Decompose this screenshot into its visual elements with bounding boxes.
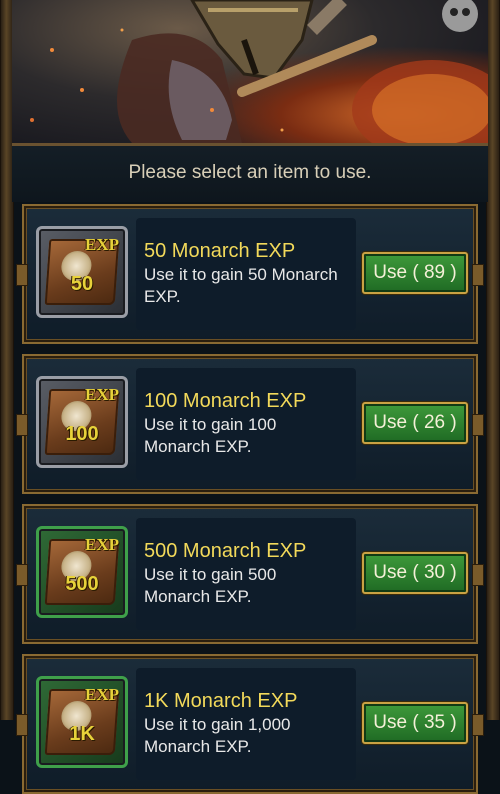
card-ornament	[16, 714, 28, 736]
use-button[interactable]: Use ( 89 )	[362, 252, 468, 294]
card-ornament	[472, 414, 484, 436]
use-button[interactable]: Use ( 35 )	[362, 702, 468, 744]
card-ornament	[472, 564, 484, 586]
banner-artwork	[12, 0, 488, 146]
icon-exp-label: EXP	[85, 535, 119, 554]
item-title: 50 Monarch EXP	[144, 240, 296, 262]
card-ornament	[16, 264, 28, 286]
item-card: EXP 50 50 Monarch EXP Use it to gain 50 …	[16, 204, 484, 344]
icon-amount-label: 1K	[69, 723, 95, 745]
use-button[interactable]: Use ( 30 )	[362, 552, 468, 594]
warrior-artwork	[30, 0, 488, 143]
exp-book-icon: EXP 100	[36, 376, 128, 468]
item-title: 500 Monarch EXP	[144, 540, 307, 562]
card-ornament	[472, 264, 484, 286]
card-ornament	[16, 414, 28, 436]
icon-amount-label: 500	[65, 573, 99, 595]
card-ornament	[472, 714, 484, 736]
icon-exp-label: EXP	[85, 235, 119, 254]
item-description: Use it to gain 50 Monarch EXP.	[144, 265, 338, 306]
card-ornament	[16, 564, 28, 586]
icon-exp-label: EXP	[85, 385, 119, 404]
right-frame	[486, 0, 500, 720]
exp-book-icon: EXP 1K	[36, 676, 128, 768]
item-description: Use it to gain 500 Monarch EXP.	[144, 565, 277, 606]
icon-amount-label: 100	[65, 423, 99, 445]
item-title: 100 Monarch EXP	[144, 390, 307, 412]
item-card: EXP 500 500 Monarch EXP Use it to gain 5…	[16, 504, 484, 644]
item-card: EXP 100 100 Monarch EXP Use it to gain 1…	[16, 354, 484, 494]
item-title: 1K Monarch EXP	[144, 690, 298, 712]
item-description: Use it to gain 1,000 Monarch EXP.	[144, 715, 291, 756]
icon-amount-label: 50	[70, 273, 94, 295]
use-button[interactable]: Use ( 26 )	[362, 402, 468, 444]
item-description: Use it to gain 100 Monarch EXP.	[144, 415, 277, 456]
exp-book-icon: EXP 50	[36, 226, 128, 318]
exp-book-icon: EXP 500	[36, 526, 128, 618]
item-card: EXP 1K 1K Monarch EXP Use it to gain 1,0…	[16, 654, 484, 794]
prompt-text: Please select an item to use.	[128, 162, 372, 183]
icon-exp-label: EXP	[85, 685, 119, 704]
